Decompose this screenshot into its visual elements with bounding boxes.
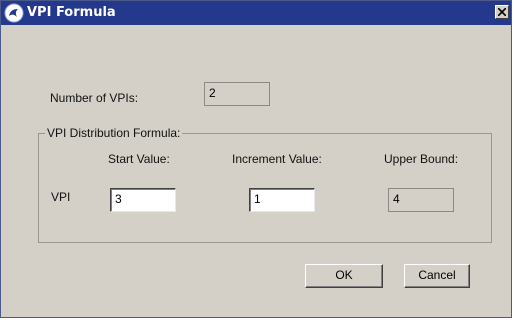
cancel-button[interactable]: Cancel [404, 264, 470, 288]
app-logo-icon [4, 3, 24, 23]
close-button[interactable] [495, 5, 509, 19]
close-icon [498, 8, 506, 16]
upper-bound-field: 4 [388, 188, 454, 212]
dialog-title: VPI Formula [27, 5, 116, 20]
upper-bound-header: Upper Bound: [384, 152, 459, 166]
vpi-formula-dialog: VPI Formula Number of VPIs: 2 VPI Distri… [0, 0, 512, 318]
increment-value-input[interactable]: 1 [249, 188, 315, 212]
number-of-vpis-label: Number of VPIs: [50, 91, 139, 105]
title-bar[interactable]: VPI Formula [1, 1, 511, 25]
number-of-vpis-field: 2 [204, 82, 270, 106]
vpi-row-label: VPI [51, 190, 71, 204]
increment-value-header: Increment Value: [232, 152, 322, 166]
vpi-distribution-group-label: VPI Distribution Formula: [45, 126, 183, 140]
start-value-header: Start Value: [108, 152, 170, 166]
start-value-input[interactable]: 3 [110, 188, 176, 212]
ok-button[interactable]: OK [305, 264, 383, 288]
